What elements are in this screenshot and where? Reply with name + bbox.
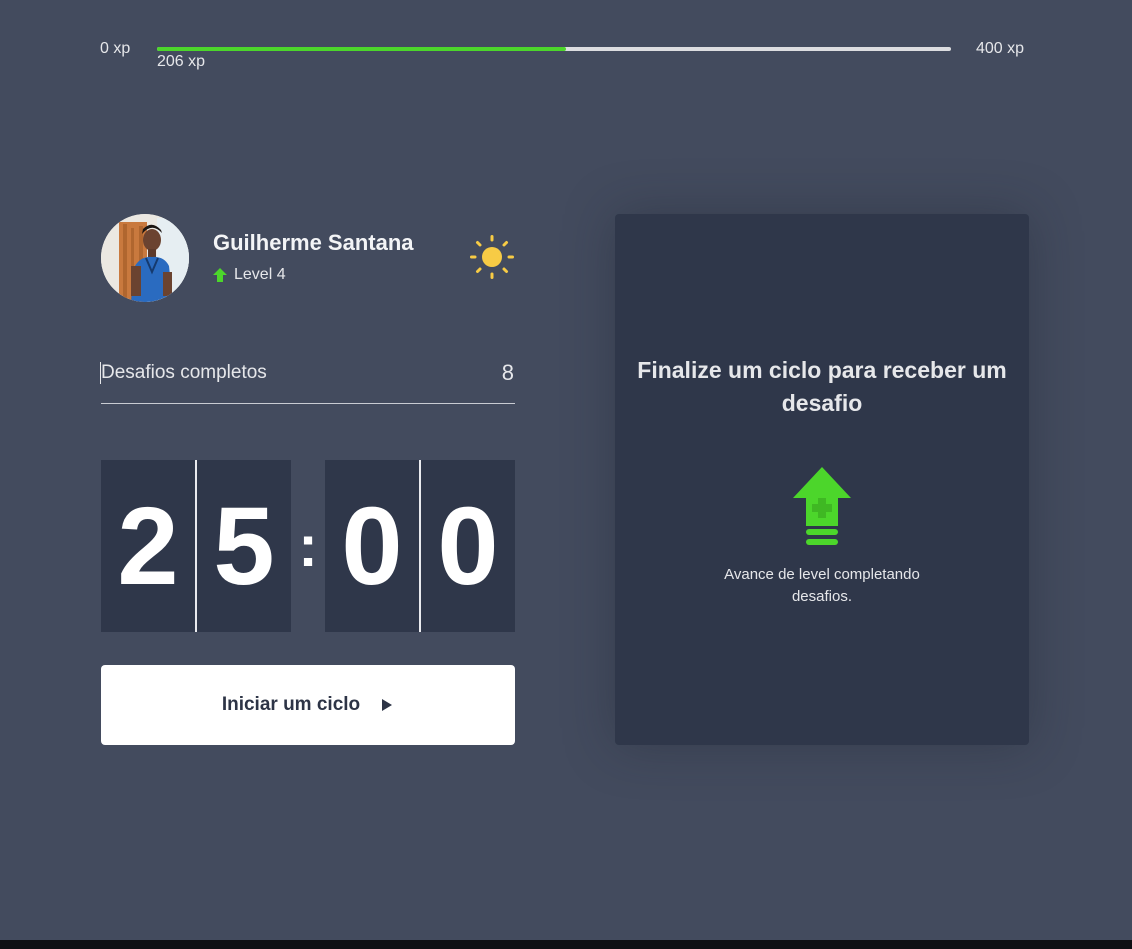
challenge-panel: Finalize um ciclo para receber um desafi… [615,214,1029,745]
avatar-photo [101,214,189,302]
level-up-icon [793,467,851,545]
second-digit-tens: 0 [325,460,421,632]
minute-digit-units: 5 [197,460,291,632]
avatar [101,214,189,302]
countdown-separator: : [298,513,318,579]
start-cycle-label: Iniciar um ciclo [221,694,361,715]
completed-challenges-label: Desafios completos [101,362,267,383]
countdown-seconds: 0 0 [325,460,515,632]
challenge-panel-description: Avance de level completando desafios. [724,566,920,605]
challenge-panel-title: Finalize um ciclo para receber um desafi… [637,357,1007,416]
minute-digit-tens: 2 [101,460,197,632]
level-up-arrow-icon [213,268,227,282]
sun-icon[interactable] [470,235,514,279]
second-digit-units: 0 [421,460,515,632]
xp-min-label: 0 xp [100,40,131,57]
completed-challenges: Desafios completos 8 [100,356,515,404]
start-cycle-button[interactable]: Iniciar um ciclo [101,665,515,745]
play-icon [382,699,393,711]
profile-name: Guilherme Santana [213,230,414,255]
countdown-minutes: 2 5 [101,460,291,632]
completed-challenges-count: 8 [501,360,514,385]
experience-bar [157,47,951,51]
level-indicator: Level 4 [212,266,286,284]
experience-bar-fill [157,47,566,51]
xp-current-label: 206 xp [157,53,206,70]
level-label: Level 4 [234,266,286,283]
app-page: 0 xp 206 xp 400 xp Guilherme Santana Lev… [0,0,1132,940]
xp-max-label: 400 xp [976,40,1025,57]
